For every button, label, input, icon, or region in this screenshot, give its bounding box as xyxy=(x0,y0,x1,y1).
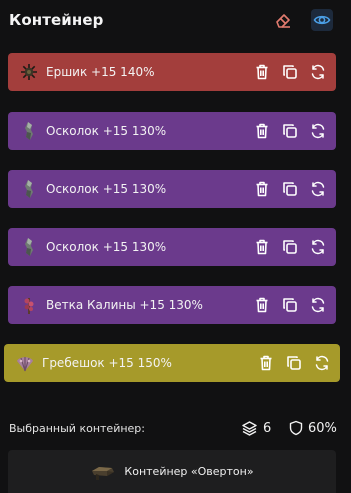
refresh-icon[interactable] xyxy=(308,237,328,257)
page-title: Контейнер xyxy=(9,11,104,29)
item-row[interactable]: Гребешок +15 150% xyxy=(4,344,340,382)
item-row[interactable]: Осколок +15 130% xyxy=(8,228,336,266)
container-icon xyxy=(90,461,116,483)
trash-icon[interactable] xyxy=(252,121,272,141)
copy-icon[interactable] xyxy=(280,295,300,315)
shield-percent: 60% xyxy=(308,420,337,436)
row-actions xyxy=(244,179,328,199)
eraser-icon[interactable] xyxy=(272,9,294,31)
urchin-icon xyxy=(19,62,39,82)
refresh-icon[interactable] xyxy=(308,121,328,141)
trash-icon[interactable] xyxy=(252,237,272,257)
trash-icon[interactable] xyxy=(256,353,276,373)
item-row[interactable]: Осколок +15 130% xyxy=(8,170,336,208)
header: Контейнер xyxy=(9,9,342,33)
item-label: Осколок +15 130% xyxy=(46,182,167,196)
item-row[interactable]: Осколок +15 130% xyxy=(8,112,336,150)
row-actions xyxy=(244,237,328,257)
item-label: Осколок +15 130% xyxy=(46,124,167,138)
item-row[interactable]: Ветка Калины +15 130% xyxy=(8,286,336,324)
row-actions xyxy=(244,121,328,141)
branch-icon xyxy=(19,295,39,315)
copy-icon[interactable] xyxy=(280,237,300,257)
item-row[interactable]: Ершик +15 140% xyxy=(8,53,336,91)
eye-icon[interactable] xyxy=(311,9,333,31)
shard-icon xyxy=(19,237,39,257)
shield-icon xyxy=(289,420,303,436)
layers-icon xyxy=(242,421,257,436)
container-name: Контейнер «Овертон» xyxy=(124,465,254,478)
refresh-icon[interactable] xyxy=(308,179,328,199)
row-actions xyxy=(244,62,328,82)
shield-stat: 60% xyxy=(289,420,337,436)
refresh-icon[interactable] xyxy=(312,353,332,373)
item-label: Ветка Калины +15 130% xyxy=(46,298,203,312)
trash-icon[interactable] xyxy=(252,295,272,315)
refresh-icon[interactable] xyxy=(308,62,328,82)
item-label: Гребешок +15 150% xyxy=(42,356,172,370)
refresh-icon[interactable] xyxy=(308,295,328,315)
layers-count: 6 xyxy=(263,421,272,436)
shard-icon xyxy=(19,179,39,199)
selected-container-label: Выбранный контейнер: xyxy=(9,422,145,435)
selected-container-button[interactable]: Контейнер «Овертон» xyxy=(8,450,336,493)
trash-icon[interactable] xyxy=(252,62,272,82)
item-label: Ершик +15 140% xyxy=(46,65,155,79)
copy-icon[interactable] xyxy=(280,62,300,82)
layers-stat: 6 xyxy=(241,420,271,437)
scallop-icon xyxy=(15,353,35,373)
row-actions xyxy=(248,353,332,373)
copy-icon[interactable] xyxy=(280,179,300,199)
shard-icon xyxy=(19,121,39,141)
copy-icon[interactable] xyxy=(280,121,300,141)
row-actions xyxy=(244,295,328,315)
trash-icon[interactable] xyxy=(252,179,272,199)
copy-icon[interactable] xyxy=(284,353,304,373)
item-label: Осколок +15 130% xyxy=(46,240,167,254)
